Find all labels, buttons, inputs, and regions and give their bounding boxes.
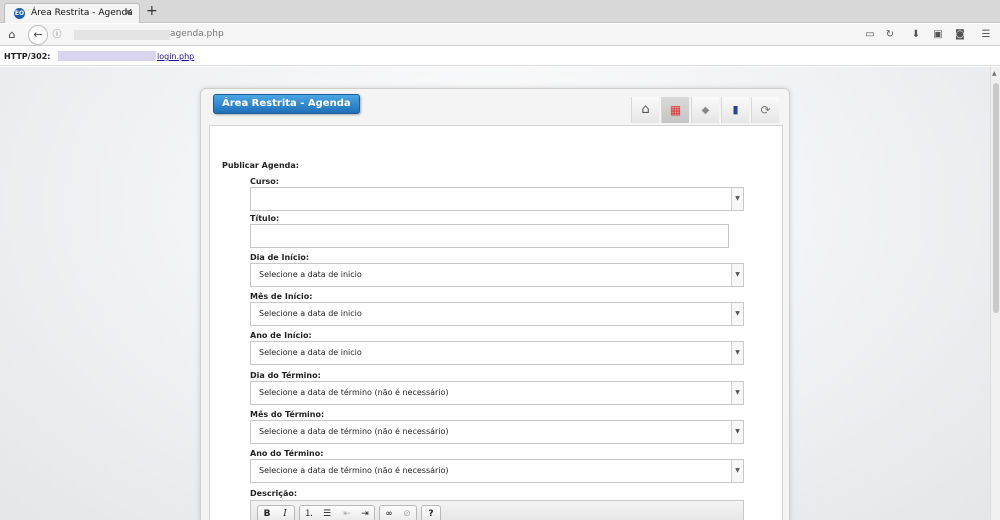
dia-termino-label: Dia do Término:	[250, 371, 321, 380]
unordered-list-icon[interactable]: ☰	[318, 506, 336, 520]
sidebar-icon[interactable]: ▣	[930, 26, 946, 44]
redirect-status-bar: HTTP/302: login.php	[0, 47, 1000, 66]
tab-title: Área Restrita - Agenda	[31, 8, 133, 18]
format-group: B I	[257, 505, 295, 520]
italic-icon[interactable]: I	[276, 506, 294, 520]
site-info-icon[interactable]: ⓘ	[51, 26, 63, 44]
mes-termino-select[interactable]: Selecione a data de término (não é neces…	[250, 420, 744, 444]
close-tab-icon[interactable]: ✕	[124, 6, 133, 20]
scroll-up-icon[interactable]: ▲	[992, 70, 997, 77]
curso-label: Curso:	[250, 177, 279, 186]
page-viewport: Área Restrita - Agenda ⌂ ▦ ◆ ▮ ⟳ Publica…	[0, 67, 990, 520]
dia-inicio-select[interactable]: Selecione a data de inicio ▼	[250, 263, 744, 287]
link-group: ∞ ⊘	[379, 505, 417, 520]
calendar-icon[interactable]: ▦	[661, 97, 689, 123]
pocket-icon[interactable]: ◙	[952, 26, 968, 44]
chevron-down-icon: ▼	[731, 342, 743, 364]
menu-icon[interactable]: ☰	[978, 26, 994, 44]
scroll-thumb[interactable]	[993, 83, 999, 313]
indent-icon[interactable]: ⇥	[356, 506, 374, 520]
dia-inicio-label: Dia de Início:	[250, 253, 310, 262]
chevron-down-icon: ▼	[731, 382, 743, 404]
home-icon[interactable]: ⌂	[631, 97, 659, 123]
chevron-down-icon: ▼	[731, 264, 743, 286]
dia-inicio-value: Selecione a data de inicio	[259, 270, 362, 279]
chevron-down-icon: ▼	[731, 421, 743, 443]
ano-inicio-label: Ano de Início:	[250, 331, 312, 340]
mes-termino-value: Selecione a data de término (não é neces…	[259, 427, 449, 436]
ano-termino-value: Selecione a data de término (não é neces…	[259, 466, 449, 475]
browser-tab[interactable]: EO Área Restrita - Agenda ✕	[4, 3, 140, 23]
list-group: ⒈ ☰ ⇤ ⇥	[299, 505, 375, 520]
logout-icon[interactable]: ⟳	[751, 97, 779, 123]
status-label: HTTP/302:	[4, 52, 51, 61]
site-favicon-icon: EO	[14, 8, 25, 19]
status-link[interactable]: login.php	[157, 52, 194, 61]
titulo-label: Título:	[250, 214, 280, 223]
ano-inicio-select[interactable]: Selecione a data de inicio ▼	[250, 341, 744, 365]
chevron-down-icon: ▼	[731, 303, 743, 325]
url-text[interactable]: agenda.php	[170, 29, 224, 39]
unlink-icon[interactable]: ⊘	[398, 506, 416, 520]
browser-nav-bar: ⌂ ← ⓘ agenda.php ▭ ↻ ⬇ ▣ ◙ ☰	[0, 24, 1000, 46]
dia-termino-select[interactable]: Selecione a data de término (não é neces…	[250, 381, 744, 405]
bold-icon[interactable]: B	[258, 506, 276, 520]
browser-tab-bar: EO Área Restrita - Agenda ✕ +	[0, 0, 1000, 23]
home-icon[interactable]: ⌂	[4, 26, 20, 44]
tag-icon[interactable]: ◆	[691, 97, 719, 123]
back-button[interactable]: ←	[28, 25, 48, 45]
panel-toolbar: ⌂ ▦ ◆ ▮ ⟳	[631, 97, 781, 123]
panel-title: Área Restrita - Agenda	[213, 94, 360, 114]
url-redacted	[74, 30, 170, 40]
help-icon[interactable]: ?	[422, 506, 440, 520]
ano-termino-select[interactable]: Selecione a data de término (não é neces…	[250, 459, 744, 483]
ordered-list-icon[interactable]: ⒈	[300, 506, 318, 520]
help-group: ?	[421, 505, 441, 520]
mes-inicio-label: Mês de Início:	[250, 292, 313, 301]
descricao-label: Descrição:	[250, 489, 298, 498]
mes-inicio-select[interactable]: Selecione a data de inicio ▼	[250, 302, 744, 326]
chevron-down-icon: ▼	[731, 188, 743, 210]
titulo-input[interactable]	[250, 224, 729, 248]
agenda-panel: Área Restrita - Agenda ⌂ ▦ ◆ ▮ ⟳ Publica…	[200, 88, 790, 520]
section-title: Publicar Agenda:	[222, 161, 300, 170]
page-scrollbar[interactable]: ▲	[990, 67, 1000, 520]
form-content: Publicar Agenda: Curso: ▼ Título: Dia de…	[209, 125, 783, 520]
new-tab-button[interactable]: +	[146, 3, 158, 19]
mes-termino-label: Mês do Término:	[250, 410, 325, 419]
book-icon[interactable]: ▮	[721, 97, 749, 123]
ano-inicio-value: Selecione a data de inicio	[259, 348, 362, 357]
ano-termino-label: Ano do Término:	[250, 449, 324, 458]
curso-select[interactable]: ▼	[250, 187, 744, 211]
outdent-icon[interactable]: ⇤	[338, 506, 356, 520]
reader-view-icon[interactable]: ▭	[862, 26, 878, 44]
dia-termino-value: Selecione a data de término (não é neces…	[259, 388, 449, 397]
reload-icon[interactable]: ↻	[882, 26, 898, 44]
editor-toolbar: B I ⒈ ☰ ⇤ ⇥ ∞ ⊘ ?	[250, 500, 744, 520]
download-icon[interactable]: ⬇	[908, 26, 924, 44]
mes-inicio-value: Selecione a data de inicio	[259, 309, 362, 318]
link-icon[interactable]: ∞	[380, 506, 398, 520]
status-url-redacted	[58, 51, 156, 61]
chevron-down-icon: ▼	[731, 460, 743, 482]
